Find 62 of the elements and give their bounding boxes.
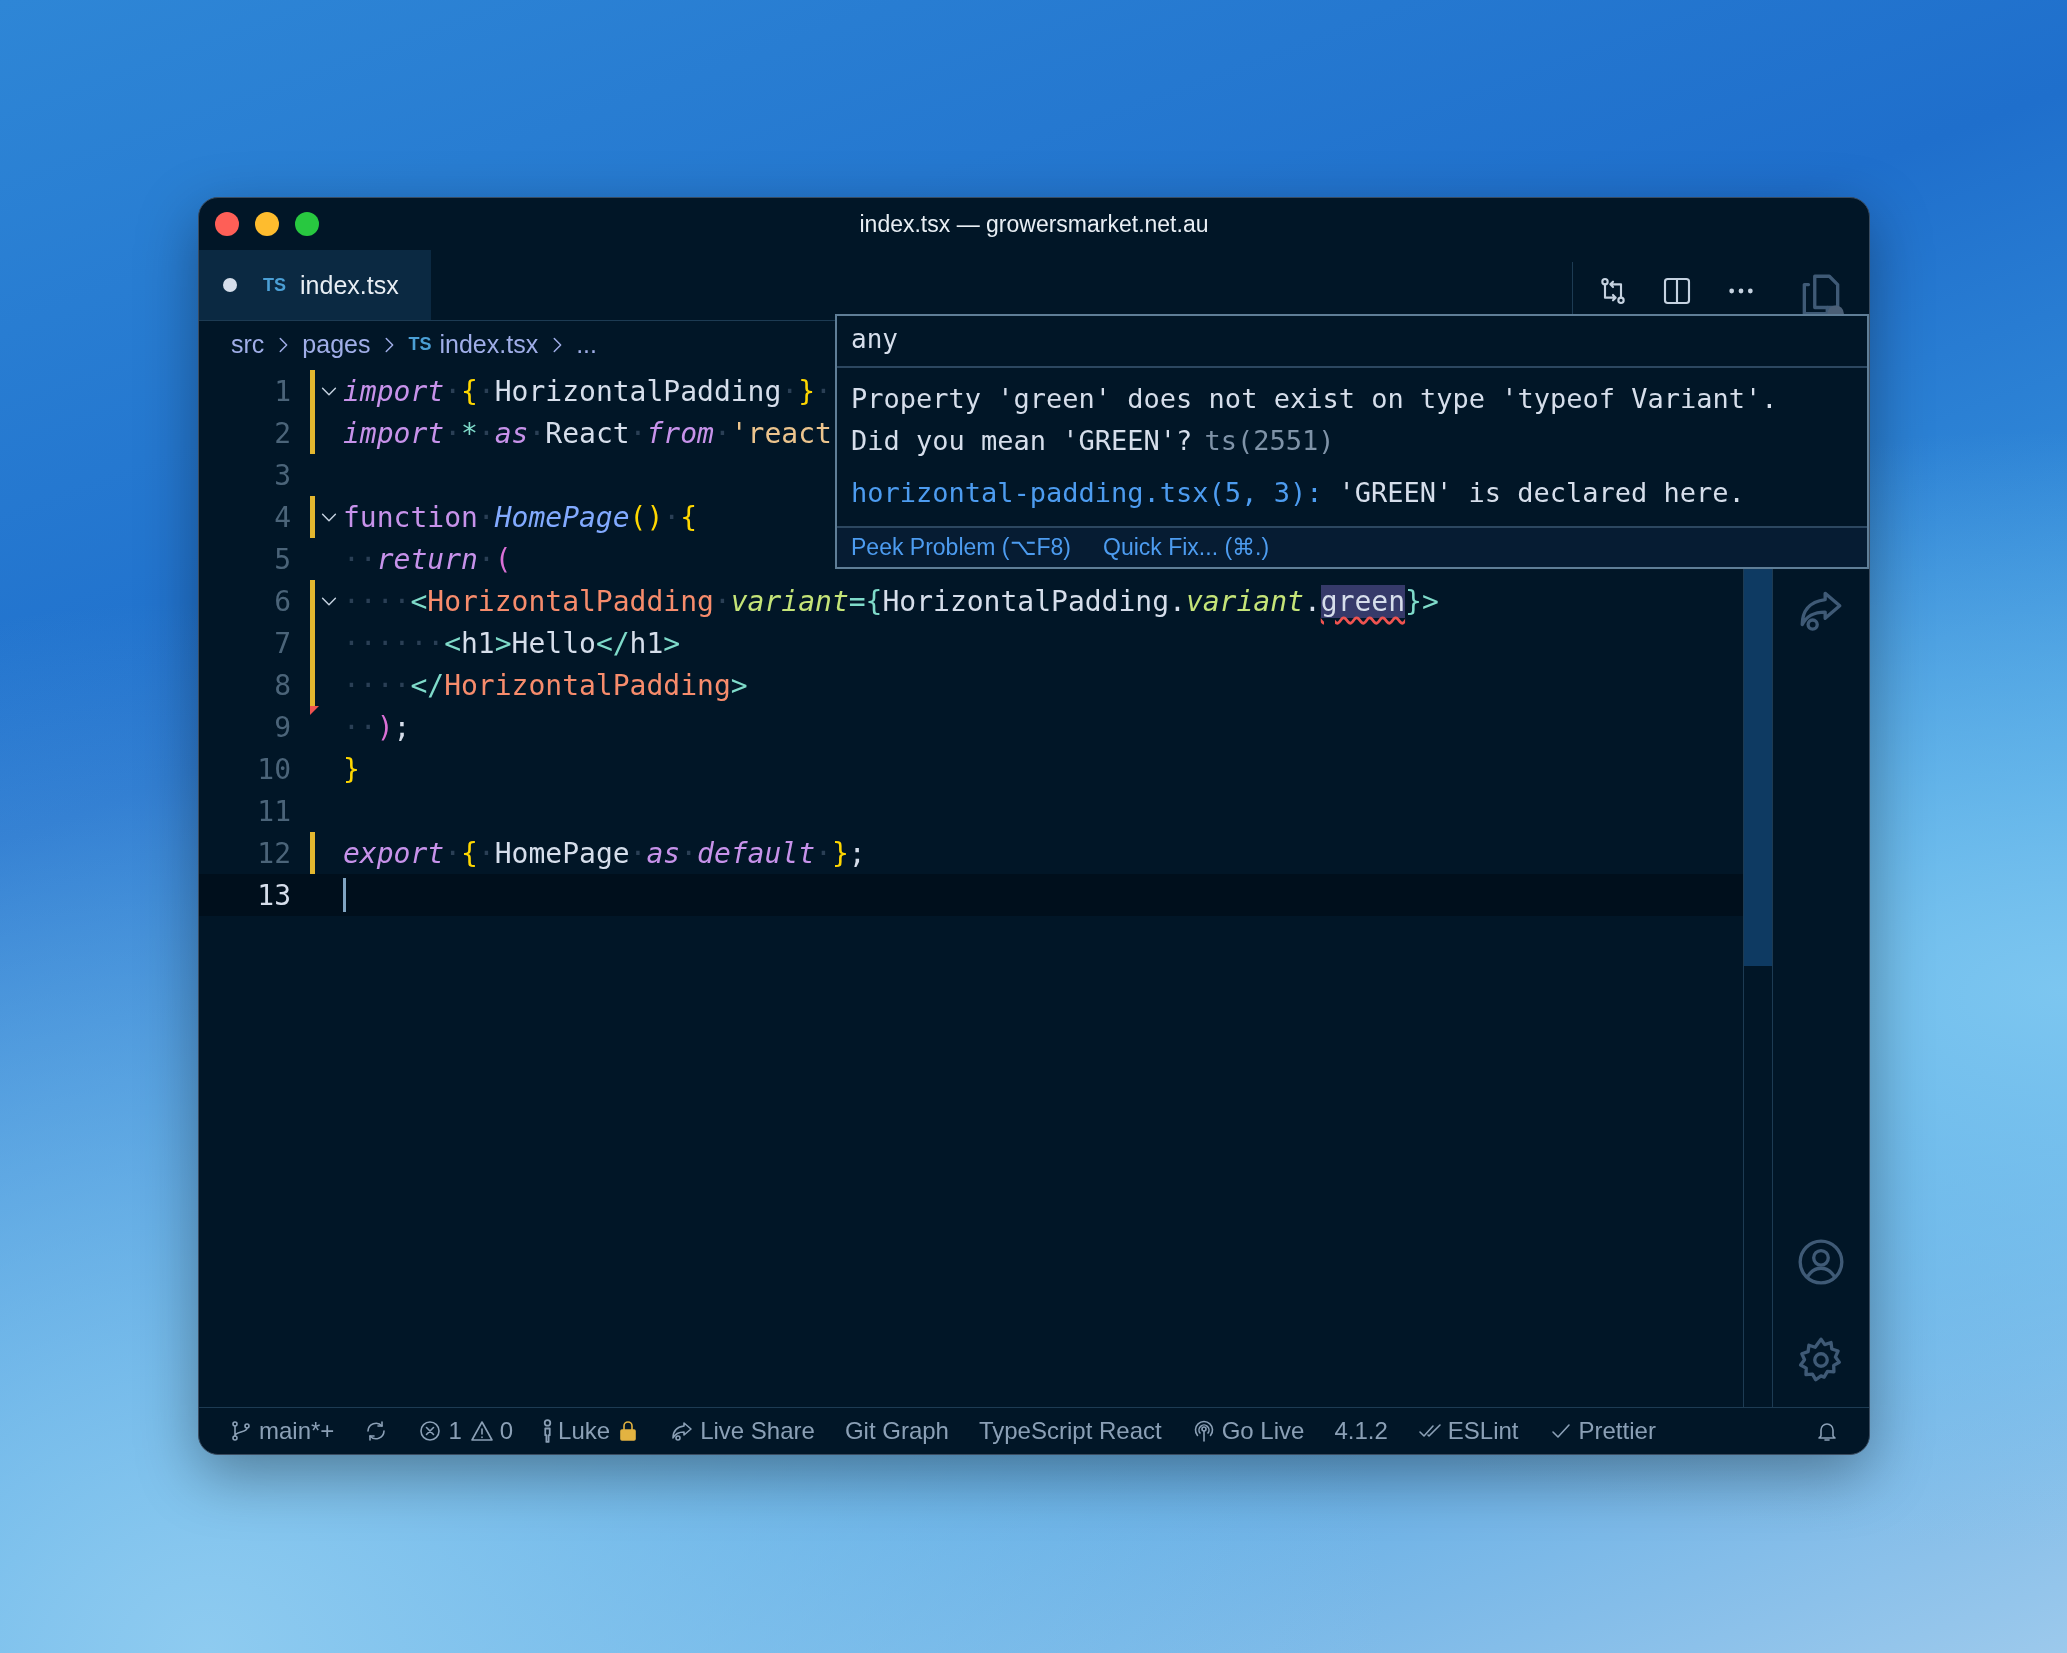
line-number: 5 <box>273 542 291 576</box>
code-line: } <box>343 752 360 786</box>
status-item[interactable]: Git Graph <box>844 1417 949 1445</box>
status-item[interactable]: 4.1.2 <box>1334 1417 1388 1445</box>
line-number: 4 <box>273 500 291 534</box>
file-type-label: TS <box>408 334 432 355</box>
line-number: 9 <box>273 710 291 744</box>
file-link[interactable]: horizontal-padding.tsx(5, 3): <box>851 477 1323 508</box>
close-button[interactable] <box>215 212 239 236</box>
account-icon[interactable] <box>1796 1237 1846 1287</box>
related-info: 'GREEN' is declared here. <box>1338 477 1745 508</box>
zoom-button[interactable] <box>295 212 319 236</box>
warning-icon <box>469 1419 494 1443</box>
status-item[interactable]: TypeScript React <box>978 1417 1162 1445</box>
type-signature: any <box>837 316 1867 368</box>
code-line: function·HomePage()·{ <box>343 500 697 534</box>
line-number: 3 <box>273 458 291 492</box>
code-line: export·{·HomePage·as·default·}; <box>343 836 866 870</box>
code-line: import·{·HorizontalPadding·}· <box>343 374 832 408</box>
minimize-button[interactable] <box>255 212 279 236</box>
branch-icon <box>229 1419 253 1443</box>
status-item[interactable]: Prettier <box>1548 1417 1656 1445</box>
code-line: ······<h1>Hello</h1> <box>343 626 681 660</box>
error-message: Did you mean 'GREEN'? <box>851 425 1193 456</box>
text-cursor <box>343 878 346 912</box>
code-line: ····</HorizontalPadding> <box>343 668 748 702</box>
status-item[interactable]: Luke <box>543 1417 641 1445</box>
error-code: ts(2551) <box>1204 425 1335 456</box>
line-number: 10 <box>256 752 291 786</box>
breadcrumb-item[interactable]: src <box>231 330 265 359</box>
status-item[interactable]: 1 <box>418 1417 462 1445</box>
code-line: import·*·as·React·from·'react <box>343 416 832 450</box>
person-icon <box>543 1419 553 1443</box>
file-type-label: TS <box>263 274 286 296</box>
line-number: 12 <box>256 836 291 870</box>
line-number: 6 <box>273 584 291 618</box>
status-item[interactable]: main*+ <box>229 1417 335 1445</box>
line-number: 2 <box>273 416 291 450</box>
code-line: ··return·( <box>343 542 512 576</box>
breadcrumb-item[interactable]: index.tsx <box>439 330 539 359</box>
share-arrow-icon <box>670 1419 695 1443</box>
line-number: 11 <box>256 794 291 828</box>
status-item[interactable]: Live Share <box>670 1417 815 1445</box>
line-number: 13 <box>256 878 291 912</box>
window-title: index.tsx — growersmarket.net.au <box>859 210 1209 238</box>
tab-label: index.tsx <box>300 270 399 300</box>
status-item[interactable]: ESLint <box>1417 1417 1519 1445</box>
editor-tab[interactable]: TS index.tsx <box>199 250 431 320</box>
error-icon <box>418 1419 443 1443</box>
line-number: 8 <box>273 668 291 702</box>
line-number: 7 <box>273 626 291 660</box>
split-editor-icon[interactable] <box>1661 275 1693 307</box>
breadcrumb-item[interactable]: ... <box>576 330 597 359</box>
status-item[interactable]: Go Live <box>1191 1417 1305 1445</box>
breadcrumb-item[interactable]: pages <box>302 330 371 359</box>
code-line: ··); <box>343 710 411 744</box>
hover-action-link[interactable]: Quick Fix... (⌘.) <box>1103 534 1270 561</box>
hover-action-link[interactable]: Peek Problem (⌥F8) <box>851 534 1071 561</box>
line-number: 1 <box>273 374 291 408</box>
status-item[interactable]: 0 <box>469 1417 514 1445</box>
code-line: ····<HorizontalPadding·variant={HorizontalPadding.variant.green}> <box>343 584 1439 618</box>
error-message: Property 'green' does not exist on type 'typeof Variant'. <box>851 383 1778 414</box>
